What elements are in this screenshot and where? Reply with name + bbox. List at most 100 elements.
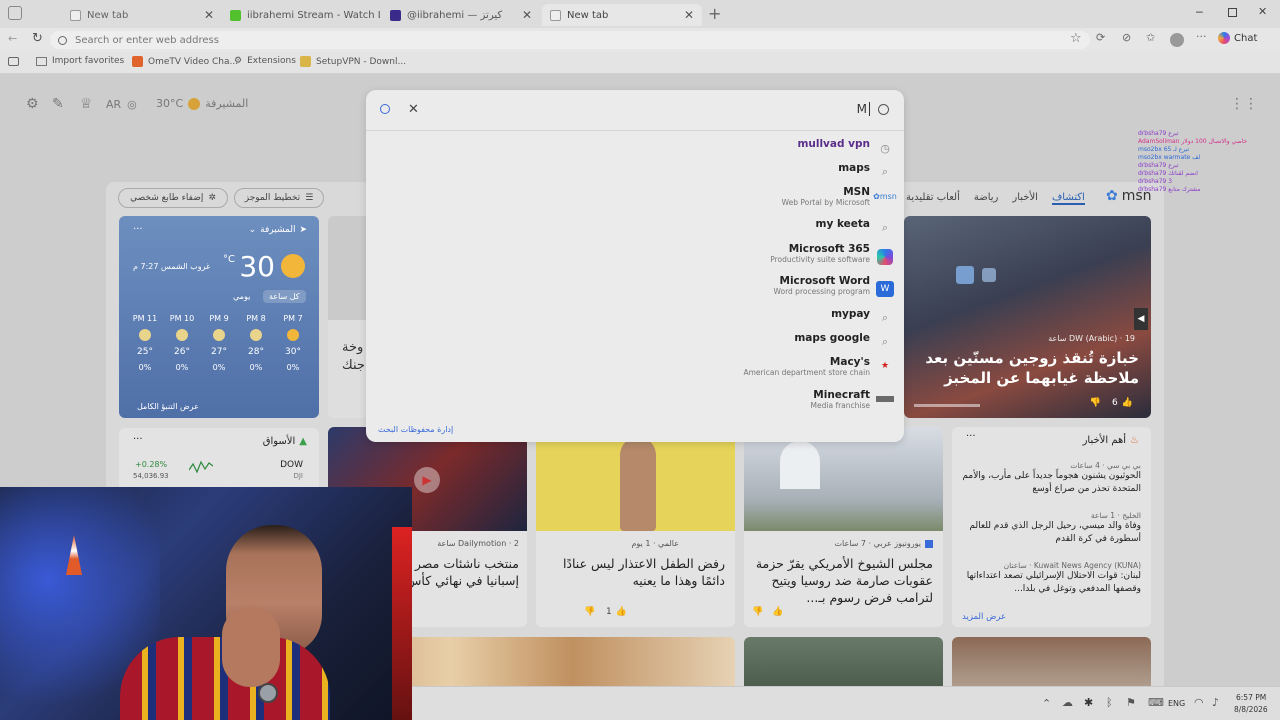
suggestion-item[interactable]: mullvad vpn ◷ bbox=[378, 138, 898, 155]
news-card-senate[interactable]: يورونيوز عربي · 7 ساعات مجلس الشيوخ الأم… bbox=[744, 427, 943, 627]
location-arrow-icon: ➤ bbox=[299, 225, 307, 235]
tab-actions-icon[interactable] bbox=[8, 6, 22, 20]
maximize-button[interactable] bbox=[1228, 8, 1237, 17]
search-icon: ⌕ bbox=[881, 335, 889, 348]
edit-pencil-icon[interactable]: ✎ bbox=[52, 96, 64, 112]
keyboard-icon[interactable]: ⌨ bbox=[1148, 696, 1164, 709]
tab-news[interactable]: الأخبار bbox=[1012, 192, 1038, 205]
thumbs-down-icon[interactable]: 👎 bbox=[1090, 398, 1101, 408]
close-icon[interactable]: ✕ bbox=[522, 8, 532, 22]
copilot-icon bbox=[1218, 32, 1230, 44]
language-selector[interactable]: AR ◎ bbox=[106, 98, 137, 111]
search-icon[interactable] bbox=[380, 104, 390, 114]
hero-news-card[interactable]: DW (Arabic) · 19 ساعة خبازة تُنقذ زوجين … bbox=[904, 216, 1151, 418]
news-card-child[interactable]: عالمي · 1 يوم رفض الطفل الاعتذار ليس عنا… bbox=[536, 427, 735, 627]
suggestion-item[interactable]: MSN Web Portal by Microsoft ✿msn bbox=[378, 186, 898, 207]
clock-date[interactable]: 8/8/2026 bbox=[1234, 705, 1268, 714]
favorites-icon[interactable]: ✩ bbox=[1146, 31, 1155, 44]
suggestion-item[interactable]: mypay ⌕ bbox=[378, 308, 898, 324]
suggestion-item[interactable]: maps ⌕ bbox=[378, 162, 898, 178]
address-placeholder: Search or enter web address bbox=[75, 34, 219, 46]
language-indicator[interactable]: ENG bbox=[1168, 699, 1185, 708]
favorite-star-icon[interactable]: ☆ bbox=[1070, 31, 1082, 46]
app-tray-icon[interactable]: ✱ bbox=[1084, 696, 1093, 709]
close-window-button[interactable]: ✕ bbox=[1258, 5, 1267, 18]
divider bbox=[366, 130, 904, 131]
m365-logo-icon bbox=[876, 249, 894, 265]
favorite-import[interactable]: Import favorites bbox=[36, 56, 124, 66]
search-input[interactable]: M bbox=[426, 98, 870, 120]
suggestion-item[interactable]: Microsoft 365 Productivity suite software bbox=[378, 243, 898, 265]
tab-kick-stream[interactable]: iibrahemi Stream - Watch Live on ✕ bbox=[222, 4, 380, 26]
more-icon[interactable]: ··· bbox=[133, 224, 143, 235]
suggestion-item[interactable]: Macy's American department store chain ★ bbox=[378, 356, 898, 377]
more-icon[interactable]: ··· bbox=[1196, 30, 1207, 43]
cloud-icon[interactable]: ☁ bbox=[1062, 696, 1073, 709]
copilot-chat-button[interactable]: Chat bbox=[1218, 32, 1257, 44]
volume-icon[interactable]: ♪ bbox=[1212, 696, 1219, 709]
kirtz-icon bbox=[390, 9, 401, 21]
suggestion-item[interactable]: Microsoft Word Word processing program W bbox=[378, 275, 898, 297]
clock-time[interactable]: 6:57 PM bbox=[1236, 693, 1266, 702]
weather-card[interactable]: ··· ➤ المشيرفة ⌄ 30 °C غروب الشمس 7:27 م ك… bbox=[119, 216, 319, 418]
hero-like[interactable]: 6 👍 bbox=[1112, 398, 1133, 408]
collections-icon[interactable] bbox=[8, 57, 19, 66]
new-tab-button[interactable]: + bbox=[708, 4, 721, 23]
thumbs-up-icon[interactable]: 👍 bbox=[772, 607, 783, 617]
more-icon[interactable]: ··· bbox=[966, 431, 976, 442]
tab-new-1[interactable]: New tab ✕ bbox=[62, 4, 222, 26]
weather-location[interactable]: ➤ المشيرفة ⌄ bbox=[249, 225, 307, 235]
news-like[interactable]: 1 👍 bbox=[606, 607, 627, 617]
carousel-prev-button[interactable]: ◀ bbox=[1134, 308, 1148, 330]
minimize-button[interactable]: ─ bbox=[1196, 6, 1203, 19]
thumbs-down-icon[interactable]: 👎 bbox=[584, 607, 595, 617]
suggestion-item[interactable]: my keeta ⌕ bbox=[378, 218, 898, 234]
favorite-ometv[interactable]: OmeTV Video Cha... bbox=[132, 56, 238, 67]
search-icon: ⌕ bbox=[881, 311, 889, 324]
tab-sports[interactable]: رياضة bbox=[974, 192, 999, 205]
bluetooth-icon[interactable]: ᛒ bbox=[1106, 696, 1113, 709]
tab-hourly[interactable]: كل ساعة bbox=[263, 290, 306, 303]
search-submit-icon[interactable] bbox=[878, 104, 889, 115]
story-item[interactable]: بي بي سي · 4 ساعات الحوثيون يشنون هجوماً… bbox=[961, 461, 1141, 496]
personalize-button[interactable]: إضفاء طابع شخصي ✲ bbox=[118, 188, 228, 208]
story-item[interactable]: Kuwait News Agency (KUNA) · ساعتان لبنان… bbox=[961, 561, 1141, 596]
apps-grid-icon[interactable]: ⋮⋮ bbox=[1230, 96, 1258, 112]
wifi-icon[interactable]: ◠ bbox=[1194, 696, 1204, 709]
avatar[interactable] bbox=[1170, 33, 1184, 47]
more-icon[interactable]: ··· bbox=[133, 434, 143, 445]
chevron-up-icon[interactable]: ⌃ bbox=[1042, 697, 1051, 710]
markets-title: ▲ الأسواق bbox=[263, 436, 307, 447]
layout-button[interactable]: تخطيط الموجز ☰ bbox=[234, 188, 324, 208]
header-weather[interactable]: 30°C المشيرفة bbox=[156, 97, 248, 110]
play-icon[interactable]: ▶ bbox=[414, 467, 440, 493]
favorite-setupvpn[interactable]: SetupVPN - Downl... bbox=[300, 56, 406, 67]
favorite-label: Extensions bbox=[247, 56, 296, 66]
address-bar[interactable]: Search or enter web address bbox=[50, 31, 1090, 49]
rewards-trophy-icon[interactable]: ♕ bbox=[80, 96, 93, 112]
tab-discover[interactable]: اكتشاف bbox=[1051, 192, 1085, 205]
suggestion-item[interactable]: Minecraft Media franchise bbox=[378, 389, 898, 410]
full-forecast-link[interactable]: عرض التنبؤ الكامل bbox=[137, 402, 199, 411]
back-icon[interactable]: ← bbox=[8, 32, 17, 45]
tab-kirtz[interactable]: @iibrahemi — كيرتز ✕ bbox=[382, 4, 540, 26]
tab-daily[interactable]: يومي bbox=[233, 292, 250, 301]
tab-games[interactable]: ألعاب تقليدية bbox=[906, 192, 960, 205]
story-item[interactable]: الخليج · 1 ساعة وفاة والد ميسي، رحيل الر… bbox=[961, 511, 1141, 546]
see-more-link[interactable]: عرض المزيد bbox=[962, 612, 1006, 622]
suggestion-item[interactable]: maps google ⌕ bbox=[378, 332, 898, 348]
extensions-icon[interactable]: ⟳ bbox=[1096, 31, 1105, 44]
clear-search-button[interactable]: ✕ bbox=[408, 102, 419, 117]
tab-new-active[interactable]: New tab ✕ bbox=[542, 4, 702, 26]
favorite-extensions[interactable]: ⚙ Extensions bbox=[234, 56, 296, 66]
close-icon[interactable]: ✕ bbox=[204, 8, 214, 22]
refresh-icon[interactable]: ↻ bbox=[32, 31, 43, 46]
tracking-icon[interactable]: ⊘ bbox=[1122, 31, 1131, 44]
manage-search-history-link[interactable]: إدارة محفوظات البحث bbox=[378, 425, 453, 434]
thumbs-down-icon[interactable]: 👎 bbox=[752, 607, 763, 617]
settings-gear-icon[interactable]: ⚙ bbox=[26, 96, 39, 112]
hour-temp: 27° bbox=[211, 347, 227, 357]
tray-icon[interactable]: ⚑ bbox=[1126, 696, 1136, 709]
close-icon[interactable]: ✕ bbox=[684, 8, 694, 22]
markets-title-label: الأسواق bbox=[262, 436, 296, 447]
